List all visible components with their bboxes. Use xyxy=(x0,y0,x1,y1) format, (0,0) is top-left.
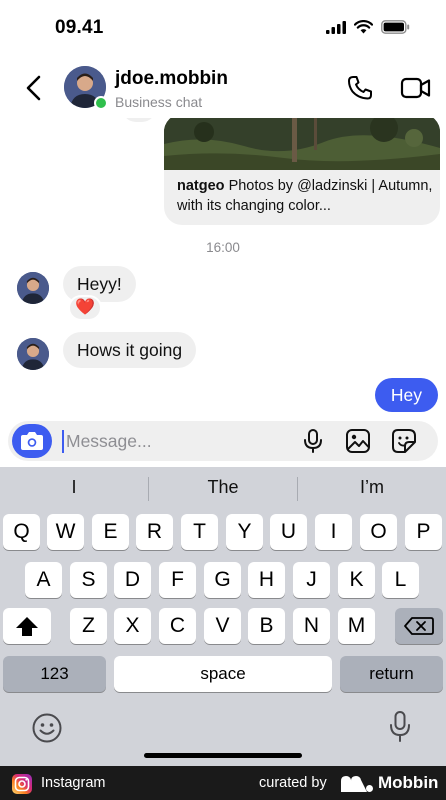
key-h[interactable]: H xyxy=(248,562,285,598)
suggestion-item[interactable]: The xyxy=(153,477,293,498)
key-k[interactable]: K xyxy=(338,562,375,598)
suggestion-divider xyxy=(297,477,298,501)
phone-icon[interactable] xyxy=(346,74,374,102)
delete-key[interactable] xyxy=(395,608,443,644)
microphone-icon[interactable] xyxy=(300,428,326,454)
message-timestamp: 16:00 xyxy=(206,240,240,255)
suggestion-bar: I The I’m xyxy=(0,467,446,511)
key-d[interactable]: D xyxy=(114,562,151,598)
app-name: Instagram xyxy=(41,775,106,791)
brand-name: Mobbin xyxy=(378,773,439,792)
key-g[interactable]: G xyxy=(204,562,241,598)
dictation-icon[interactable] xyxy=(386,710,414,744)
wifi-icon xyxy=(354,20,373,34)
curated-by-label: curated by xyxy=(259,775,327,791)
suggestion-item[interactable]: I xyxy=(4,477,144,498)
key-u[interactable]: U xyxy=(270,514,307,550)
shared-post-card[interactable]: natgeo Photos by @ladzinski | Autumn, wi… xyxy=(164,118,440,225)
camera-button[interactable] xyxy=(12,424,52,458)
shared-post-text: natgeo Photos by @ladzinski | Autumn, wi… xyxy=(177,176,435,216)
key-p[interactable]: P xyxy=(405,514,442,550)
key-z[interactable]: Z xyxy=(70,608,107,644)
shared-post-image xyxy=(164,118,440,170)
signal-icon xyxy=(326,20,346,34)
sender-avatar[interactable] xyxy=(17,272,49,304)
attribution-bar: Instagram curated by Mobbin xyxy=(0,766,446,800)
shift-key[interactable] xyxy=(3,608,51,644)
key-b[interactable]: B xyxy=(248,608,285,644)
status-bar: 09.41 xyxy=(0,0,446,58)
delete-icon xyxy=(404,617,434,635)
sticker-icon[interactable] xyxy=(391,428,417,454)
keyboard: I The I’m Q W E R T Y U I O P A S D F G … xyxy=(0,467,446,766)
contact-username[interactable]: jdoe.mobbin xyxy=(115,68,228,90)
status-icons xyxy=(326,20,410,34)
message-input[interactable] xyxy=(66,427,286,455)
key-m[interactable]: M xyxy=(338,608,375,644)
key-v[interactable]: V xyxy=(204,608,241,644)
gallery-icon[interactable] xyxy=(345,428,371,454)
text-cursor xyxy=(62,430,64,453)
suggestion-divider xyxy=(148,477,149,501)
key-n[interactable]: N xyxy=(293,608,330,644)
key-l[interactable]: L xyxy=(382,562,419,598)
key-w[interactable]: W xyxy=(47,514,84,550)
space-key[interactable]: space xyxy=(114,656,332,692)
key-s[interactable]: S xyxy=(70,562,107,598)
instagram-icon xyxy=(12,774,32,794)
key-i[interactable]: I xyxy=(315,514,352,550)
status-time: 09.41 xyxy=(55,17,104,38)
key-q[interactable]: Q xyxy=(3,514,40,550)
emoji-icon[interactable] xyxy=(31,712,63,744)
previous-message-bubble xyxy=(122,118,156,122)
return-key[interactable]: return xyxy=(340,656,443,692)
key-y[interactable]: Y xyxy=(226,514,263,550)
shift-icon xyxy=(16,617,38,636)
contact-avatar[interactable] xyxy=(64,66,108,110)
shared-post-author: natgeo xyxy=(177,178,225,194)
chat-type-label: Business chat xyxy=(115,94,203,110)
key-a[interactable]: A xyxy=(25,562,62,598)
numbers-key[interactable]: 123 xyxy=(3,656,106,692)
key-e[interactable]: E xyxy=(92,514,129,550)
key-r[interactable]: R xyxy=(136,514,173,550)
back-icon[interactable] xyxy=(22,74,46,102)
battery-icon xyxy=(381,20,410,34)
chat-header: jdoe.mobbin Business chat xyxy=(0,58,446,118)
outgoing-message[interactable]: Hey xyxy=(374,378,438,412)
key-x[interactable]: X xyxy=(114,608,151,644)
key-t[interactable]: T xyxy=(181,514,218,550)
message-thread[interactable]: natgeo Photos by @ladzinski | Autumn, wi… xyxy=(0,118,446,421)
heart-reaction[interactable]: ❤️ xyxy=(68,295,102,321)
sender-avatar[interactable] xyxy=(17,338,49,370)
camera-icon xyxy=(21,432,43,450)
suggestion-item[interactable]: I’m xyxy=(302,477,442,498)
message-composer xyxy=(8,421,438,461)
online-status-dot xyxy=(94,96,108,110)
key-f[interactable]: F xyxy=(159,562,196,598)
key-c[interactable]: C xyxy=(159,608,196,644)
mobbin-logo xyxy=(341,776,373,792)
key-o[interactable]: O xyxy=(360,514,397,550)
incoming-message[interactable]: Hows it going xyxy=(63,332,197,368)
video-icon[interactable] xyxy=(400,74,432,102)
home-indicator[interactable] xyxy=(144,753,302,758)
key-j[interactable]: J xyxy=(293,562,330,598)
